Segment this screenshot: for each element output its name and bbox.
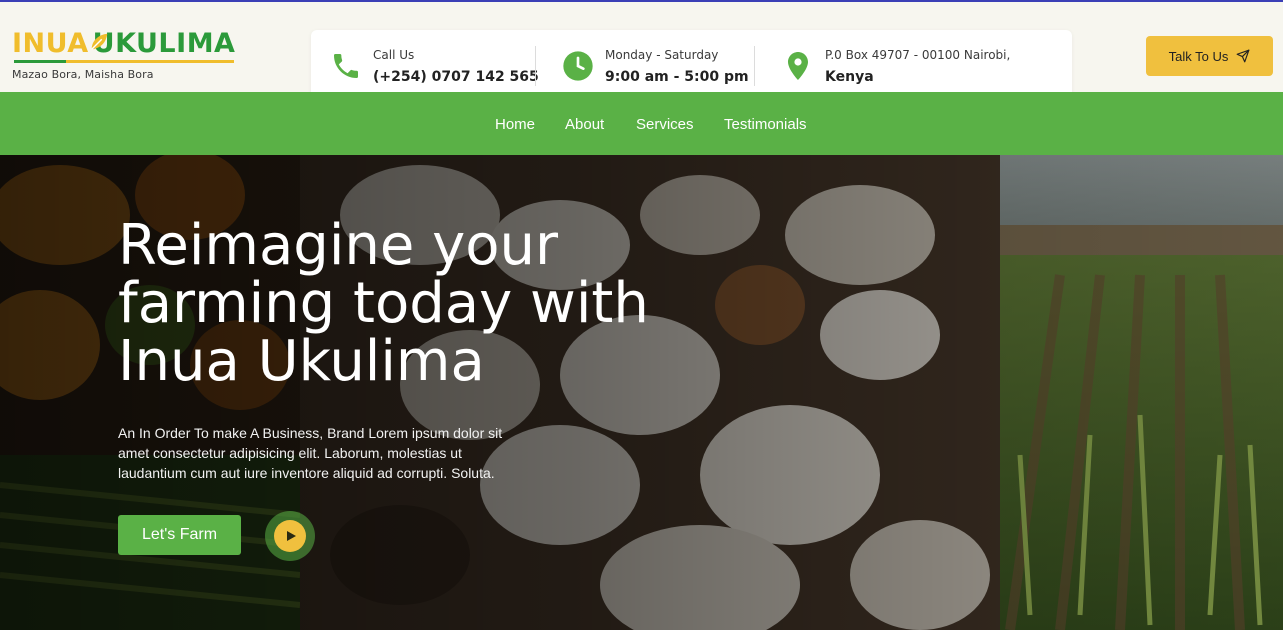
lets-farm-button[interactable]: Let's Farm: [118, 515, 241, 555]
site-header: INUA UKULIMA Mazao Bora, Maisha Bora Call…: [0, 2, 1283, 102]
brand-tagline: Mazao Bora, Maisha Bora: [12, 68, 154, 81]
nav-services[interactable]: Services: [636, 116, 694, 133]
send-icon: [1236, 49, 1250, 63]
hero-title: Reimagine your farming today with Inua U…: [118, 213, 649, 394]
phone-icon: [334, 54, 358, 78]
play-video-button[interactable]: [265, 511, 315, 561]
hours-label: Monday - Saturday: [605, 48, 719, 62]
brand-logo[interactable]: INUA UKULIMA Mazao Bora, Maisha Bora: [12, 28, 242, 84]
play-button-inner: [274, 520, 306, 552]
nav-home[interactable]: Home: [495, 116, 535, 133]
nav-testimonials[interactable]: Testimonials: [724, 116, 807, 133]
brand-wordmark: INUA UKULIMA: [12, 28, 235, 60]
hero-description: An In Order To make A Business, Brand Lo…: [118, 425, 503, 481]
hours-value: 9:00 am - 5:00 pm: [605, 69, 749, 85]
address-value: Kenya: [825, 69, 874, 85]
hero-section: Reimagine your farming today with Inua U…: [0, 155, 1283, 630]
nav-about[interactable]: About: [565, 116, 604, 133]
leaf-icon: [91, 33, 108, 50]
clock-icon: [563, 51, 593, 81]
talk-to-us-button[interactable]: Talk To Us: [1146, 36, 1273, 76]
brand-name-part1: INUA: [12, 28, 89, 59]
address-label: P.0 Box 49707 - 00100 Nairobi,: [825, 48, 1011, 62]
talk-to-us-label: Talk To Us: [1168, 48, 1229, 64]
main-nav: Home About Services Testimonials: [0, 92, 1283, 155]
call-label: Call Us: [373, 48, 415, 62]
map-pin-icon: [788, 52, 808, 80]
brand-underline: [14, 60, 234, 63]
call-number: (+254) 0707 142 565: [373, 69, 539, 85]
play-icon: [287, 531, 296, 541]
brand-name-part2: UKULIMA: [92, 28, 236, 59]
